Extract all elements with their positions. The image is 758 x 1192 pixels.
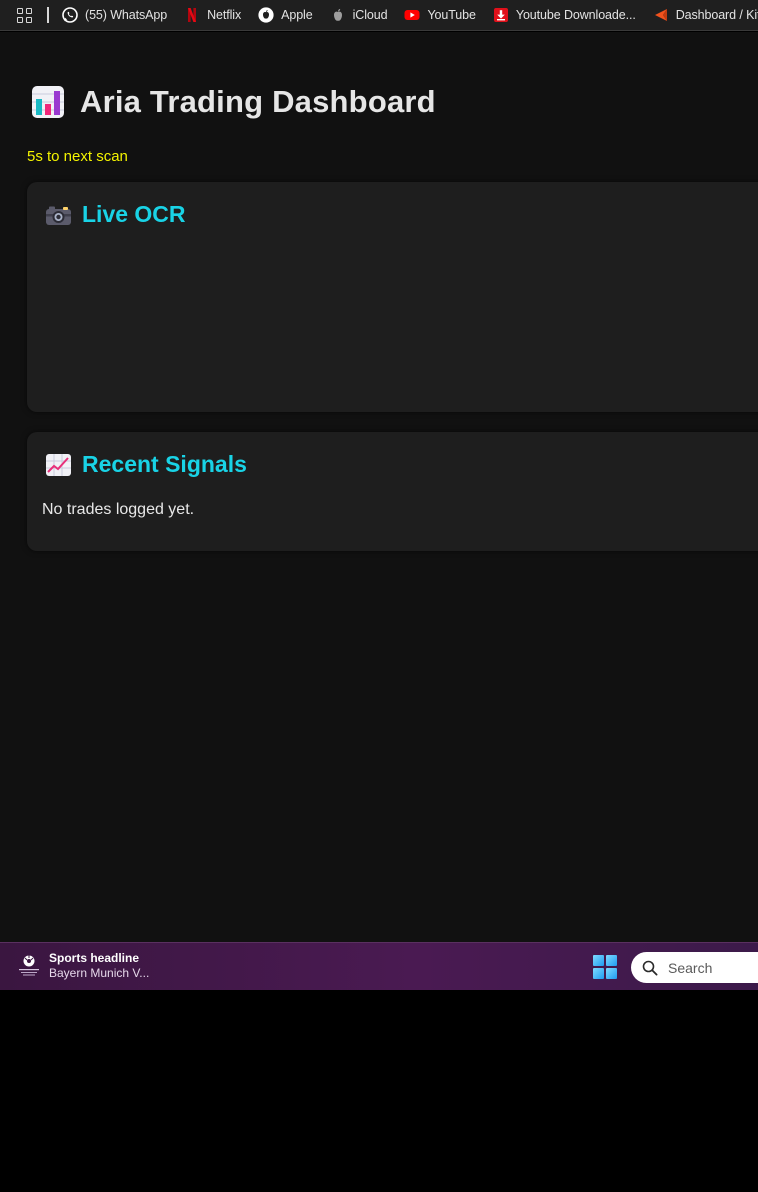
- champions-league-logo-icon: [16, 953, 42, 979]
- search-icon: [642, 960, 658, 976]
- dashboard-page: Aria Trading Dashboard 5s to next scan L…: [0, 32, 758, 942]
- bookmark-youtube-downloader[interactable]: Youtube Downloade...: [493, 7, 636, 23]
- bookmark-label: iCloud: [352, 8, 388, 22]
- bookmark-label: Apple: [281, 8, 313, 22]
- widget-headline-subtitle: Bayern Munich V...: [49, 966, 150, 980]
- bookmarks-divider: [47, 7, 49, 23]
- recent-signals-title: Recent Signals: [82, 451, 247, 477]
- download-icon: [493, 7, 509, 23]
- live-ocr-card: Live OCR: [27, 182, 758, 412]
- scan-countdown: 5s to next scan: [27, 148, 128, 165]
- chart-increasing-icon: [45, 453, 72, 477]
- card-header: Live OCR: [45, 201, 186, 228]
- youtube-icon: [404, 7, 420, 23]
- taskbar-search[interactable]: Search: [631, 952, 758, 983]
- recent-signals-card: Recent Signals No trades logged yet.: [27, 432, 758, 551]
- live-ocr-title: Live OCR: [82, 201, 186, 227]
- windows-start-button[interactable]: [593, 955, 617, 979]
- page-title: Aria Trading Dashboard: [31, 84, 436, 120]
- bookmark-whatsapp[interactable]: (55) WhatsApp: [62, 7, 167, 23]
- camera-icon: [45, 203, 72, 227]
- bookmark-label: Youtube Downloade...: [515, 8, 636, 22]
- blank-area: [0, 990, 758, 1192]
- card-header: Recent Signals: [45, 451, 247, 478]
- kite-icon: [653, 7, 669, 23]
- bookmark-youtube[interactable]: YouTube: [404, 7, 476, 23]
- netflix-icon: [184, 7, 200, 23]
- bookmarks-bar: (55) WhatsApp Netflix Apple iCloud YouTu…: [0, 0, 758, 31]
- bookmark-icloud[interactable]: iCloud: [330, 7, 388, 23]
- bookmark-label: Dashboard / Kite: [675, 8, 758, 22]
- bookmark-label: Netflix: [207, 8, 242, 22]
- search-placeholder: Search: [668, 959, 713, 976]
- taskbar: Sports headline Bayern Munich V... Searc…: [0, 942, 758, 990]
- empty-trades-message: No trades logged yet.: [42, 501, 195, 518]
- whatsapp-icon: [62, 7, 78, 23]
- bookmark-netflix[interactable]: Netflix: [184, 7, 241, 23]
- bookmark-apple[interactable]: Apple: [258, 7, 313, 23]
- apps-grid-icon[interactable]: [17, 7, 32, 23]
- bar-chart-icon: [31, 85, 65, 119]
- bookmark-kite[interactable]: Dashboard / Kite: [653, 7, 758, 23]
- dashboard-title: Aria Trading Dashboard: [80, 84, 436, 119]
- news-widget[interactable]: Sports headline Bayern Munich V...: [16, 951, 149, 981]
- widget-headline-title: Sports headline: [49, 951, 140, 965]
- bookmark-label: (55) WhatsApp: [85, 8, 168, 22]
- bookmark-label: YouTube: [427, 8, 476, 22]
- icloud-apple-icon: [330, 7, 346, 23]
- widget-text: Sports headline Bayern Munich V...: [49, 951, 149, 981]
- apple-icon: [258, 7, 274, 23]
